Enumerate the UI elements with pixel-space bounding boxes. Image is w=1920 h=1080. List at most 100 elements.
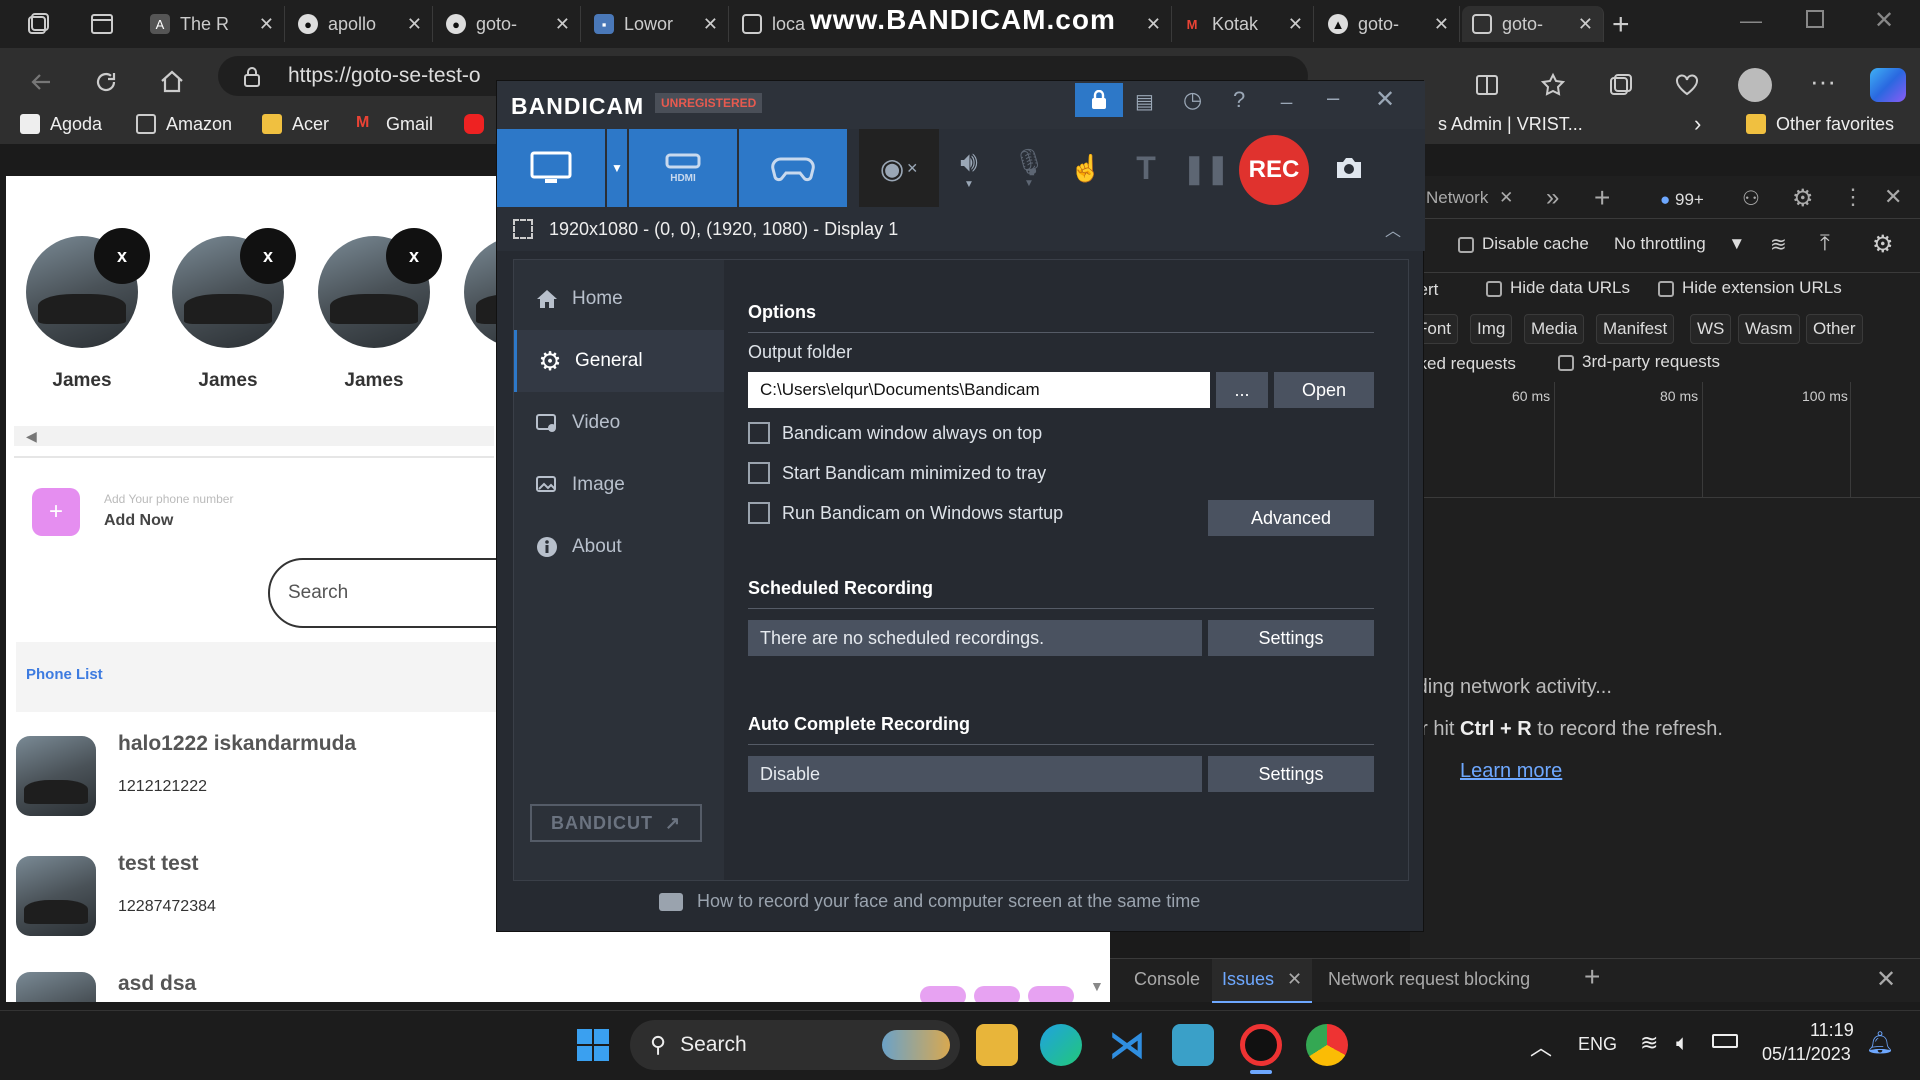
carousel-scrollbar[interactable] xyxy=(14,426,494,446)
network-conditions-wifi-icon[interactable]: ≋ xyxy=(1770,232,1787,257)
scheduled-settings-button[interactable]: Settings xyxy=(1208,620,1374,656)
devtools-tab-network[interactable]: Network ✕ xyxy=(1426,188,1513,208)
drawer-tab-network-request-blocking[interactable]: Network request blocking xyxy=(1328,969,1530,990)
home-button[interactable] xyxy=(154,64,190,100)
throttling-select[interactable]: No throttling ▼ xyxy=(1614,234,1745,254)
sidebar-item-home[interactable]: Home xyxy=(514,268,724,330)
split-screen-icon[interactable] xyxy=(1474,72,1500,98)
mini-mode-button[interactable]: _ xyxy=(1281,83,1292,106)
close-icon[interactable]: ✕ xyxy=(407,14,422,35)
filter-img[interactable]: Img xyxy=(1470,314,1513,344)
copilot-icon[interactable] xyxy=(1870,68,1906,102)
language-indicator[interactable]: ENG xyxy=(1578,1034,1617,1055)
add-phone-plus-button[interactable]: + xyxy=(32,488,80,536)
bookmark-acer[interactable]: Acer xyxy=(262,110,329,138)
device-recording-mode-button[interactable]: HDMI xyxy=(629,129,737,207)
close-icon[interactable]: ✕ xyxy=(555,14,570,35)
drawer-tab-console[interactable]: Console xyxy=(1134,969,1200,990)
run-on-startup-checkbox[interactable]: Run Bandicam on Windows startup xyxy=(748,502,1063,524)
always-on-top-checkbox[interactable]: Bandicam window always on top xyxy=(748,422,1042,444)
close-icon[interactable]: ✕ xyxy=(703,14,718,35)
clock-icon[interactable]: ◷ xyxy=(1183,87,1202,113)
maximize-window-button[interactable] xyxy=(1806,10,1824,28)
filter-other[interactable]: Other xyxy=(1806,314,1863,344)
more-menu-icon[interactable]: ··· xyxy=(1810,66,1836,97)
edge-browser-icon[interactable] xyxy=(1040,1024,1082,1066)
drawer-tab-issues[interactable]: Issues ✕ xyxy=(1212,959,1313,1003)
more-tabs-chevron-icon[interactable]: » xyxy=(1546,184,1559,212)
browser-tab[interactable]: A The R ✕ xyxy=(140,6,285,42)
output-folder-input[interactable]: C:\Users\elqur\Documents\Bandicam xyxy=(748,372,1210,408)
profile-avatar[interactable] xyxy=(1738,68,1772,102)
bookmark-agoda[interactable]: Agoda xyxy=(20,110,102,138)
cursor-effect-icon[interactable]: ☝ xyxy=(1061,129,1111,207)
close-icon[interactable]: ✕ xyxy=(1288,14,1303,35)
capture-area-text[interactable]: 1920x1080 - (0, 0), (1920, 1080) - Displ… xyxy=(549,219,898,240)
filter-wasm[interactable]: Wasm xyxy=(1738,314,1800,344)
scroll-left-arrow-icon[interactable]: ◀ xyxy=(26,428,37,445)
browse-folder-button[interactable]: ... xyxy=(1216,372,1268,408)
auto-complete-settings-button[interactable]: Settings xyxy=(1208,756,1374,792)
remove-avatar-button[interactable]: x xyxy=(94,228,150,284)
tab-actions-icon[interactable] xyxy=(88,10,116,38)
close-drawer-icon[interactable]: ✕ xyxy=(1876,965,1896,994)
bookmarks-overflow-chevron-icon[interactable]: › xyxy=(1694,110,1701,138)
sidebar-item-general[interactable]: ⚙ General xyxy=(514,330,724,392)
learn-more-link[interactable]: Learn more xyxy=(1460,760,1562,783)
start-minimized-checkbox[interactable]: Start Bandicam minimized to tray xyxy=(748,462,1046,484)
remove-avatar-button[interactable]: x xyxy=(386,228,442,284)
advanced-button[interactable]: Advanced xyxy=(1208,500,1374,536)
third-party-requests-checkbox[interactable]: 3rd-party requests xyxy=(1558,352,1720,372)
browser-tab[interactable]: ▲ goto- ✕ xyxy=(1318,6,1460,42)
bandicut-button[interactable]: BANDICUT ↗ xyxy=(530,804,702,842)
more-vertical-icon[interactable]: ⋮ xyxy=(1842,184,1864,210)
game-recording-mode-button[interactable] xyxy=(739,129,847,207)
close-icon[interactable]: ✕ xyxy=(1287,969,1302,989)
bookmark-amazon[interactable]: Amazon xyxy=(136,110,232,138)
mode-dropdown-arrow-icon[interactable]: ▼ xyxy=(607,129,627,207)
speaker-toggle[interactable]: 🔊︎ ▼ xyxy=(939,129,999,207)
webcam-toggle[interactable]: ◉ ✕ xyxy=(859,129,939,207)
contact-name[interactable]: asd dsa xyxy=(118,972,196,996)
browser-tab[interactable]: M Kotak ✕ xyxy=(1172,6,1314,42)
other-favorites[interactable]: Other favorites xyxy=(1746,110,1894,138)
filter-ws[interactable]: WS xyxy=(1690,314,1732,344)
filter-manifest[interactable]: Manifest xyxy=(1596,314,1675,344)
favorites-icon[interactable] xyxy=(1540,72,1566,98)
page-scroll-down-arrow-icon[interactable]: ▼ xyxy=(1090,978,1104,994)
clock-time[interactable]: 11:19 xyxy=(1810,1020,1854,1041)
bookmark-admin[interactable]: s Admin | VRIST... xyxy=(1438,110,1583,138)
show-hidden-icons-chevron-icon[interactable]: ︿ xyxy=(1530,1030,1552,1062)
network-settings-gear-icon[interactable]: ⚙ xyxy=(1872,230,1894,259)
close-icon[interactable]: ✕ xyxy=(1499,188,1513,207)
bookmark-youtube[interactable] xyxy=(464,110,494,138)
screenshot-camera-icon[interactable] xyxy=(1319,129,1379,207)
close-icon[interactable]: ✕ xyxy=(1434,14,1449,35)
settings-gear-icon[interactable]: ⚙ xyxy=(1792,184,1814,213)
user-share-icon[interactable]: ⚇ xyxy=(1742,186,1760,211)
remove-avatar-button[interactable]: x xyxy=(240,228,296,284)
collapse-chevron-up-icon[interactable]: ︿ xyxy=(1385,217,1401,241)
filter-media[interactable]: Media xyxy=(1524,314,1585,344)
sidebar-item-video[interactable]: Video xyxy=(514,392,724,454)
pink-action-pill[interactable] xyxy=(974,986,1020,1002)
battery-icon[interactable] xyxy=(1712,1034,1738,1048)
help-icon[interactable]: ? xyxy=(1233,87,1245,113)
sidebar-item-image[interactable]: Image xyxy=(514,454,724,516)
pink-action-pill[interactable] xyxy=(1028,986,1074,1002)
pause-icon[interactable]: ❚❚ xyxy=(1181,129,1231,207)
footer-tip[interactable]: How to record your face and computer scr… xyxy=(659,891,1200,912)
clock-date[interactable]: 05/11/2023 xyxy=(1762,1044,1851,1065)
hide-data-urls-checkbox[interactable]: Hide data URLs xyxy=(1486,278,1630,298)
rec-button[interactable]: REC xyxy=(1239,135,1309,205)
bookmark-gmail[interactable]: M Gmail xyxy=(356,110,433,138)
start-button[interactable] xyxy=(572,1024,614,1066)
back-button[interactable] xyxy=(24,64,60,100)
file-explorer-icon[interactable] xyxy=(976,1024,1018,1066)
microphone-toggle[interactable]: 🎙︎ ▼ xyxy=(999,129,1059,207)
close-button[interactable]: ✕ xyxy=(1375,85,1395,114)
contact-name[interactable]: test test xyxy=(118,852,199,876)
workspaces-icon[interactable] xyxy=(24,10,52,38)
collections-icon[interactable] xyxy=(1608,72,1634,98)
lock-icon[interactable] xyxy=(1075,83,1123,117)
